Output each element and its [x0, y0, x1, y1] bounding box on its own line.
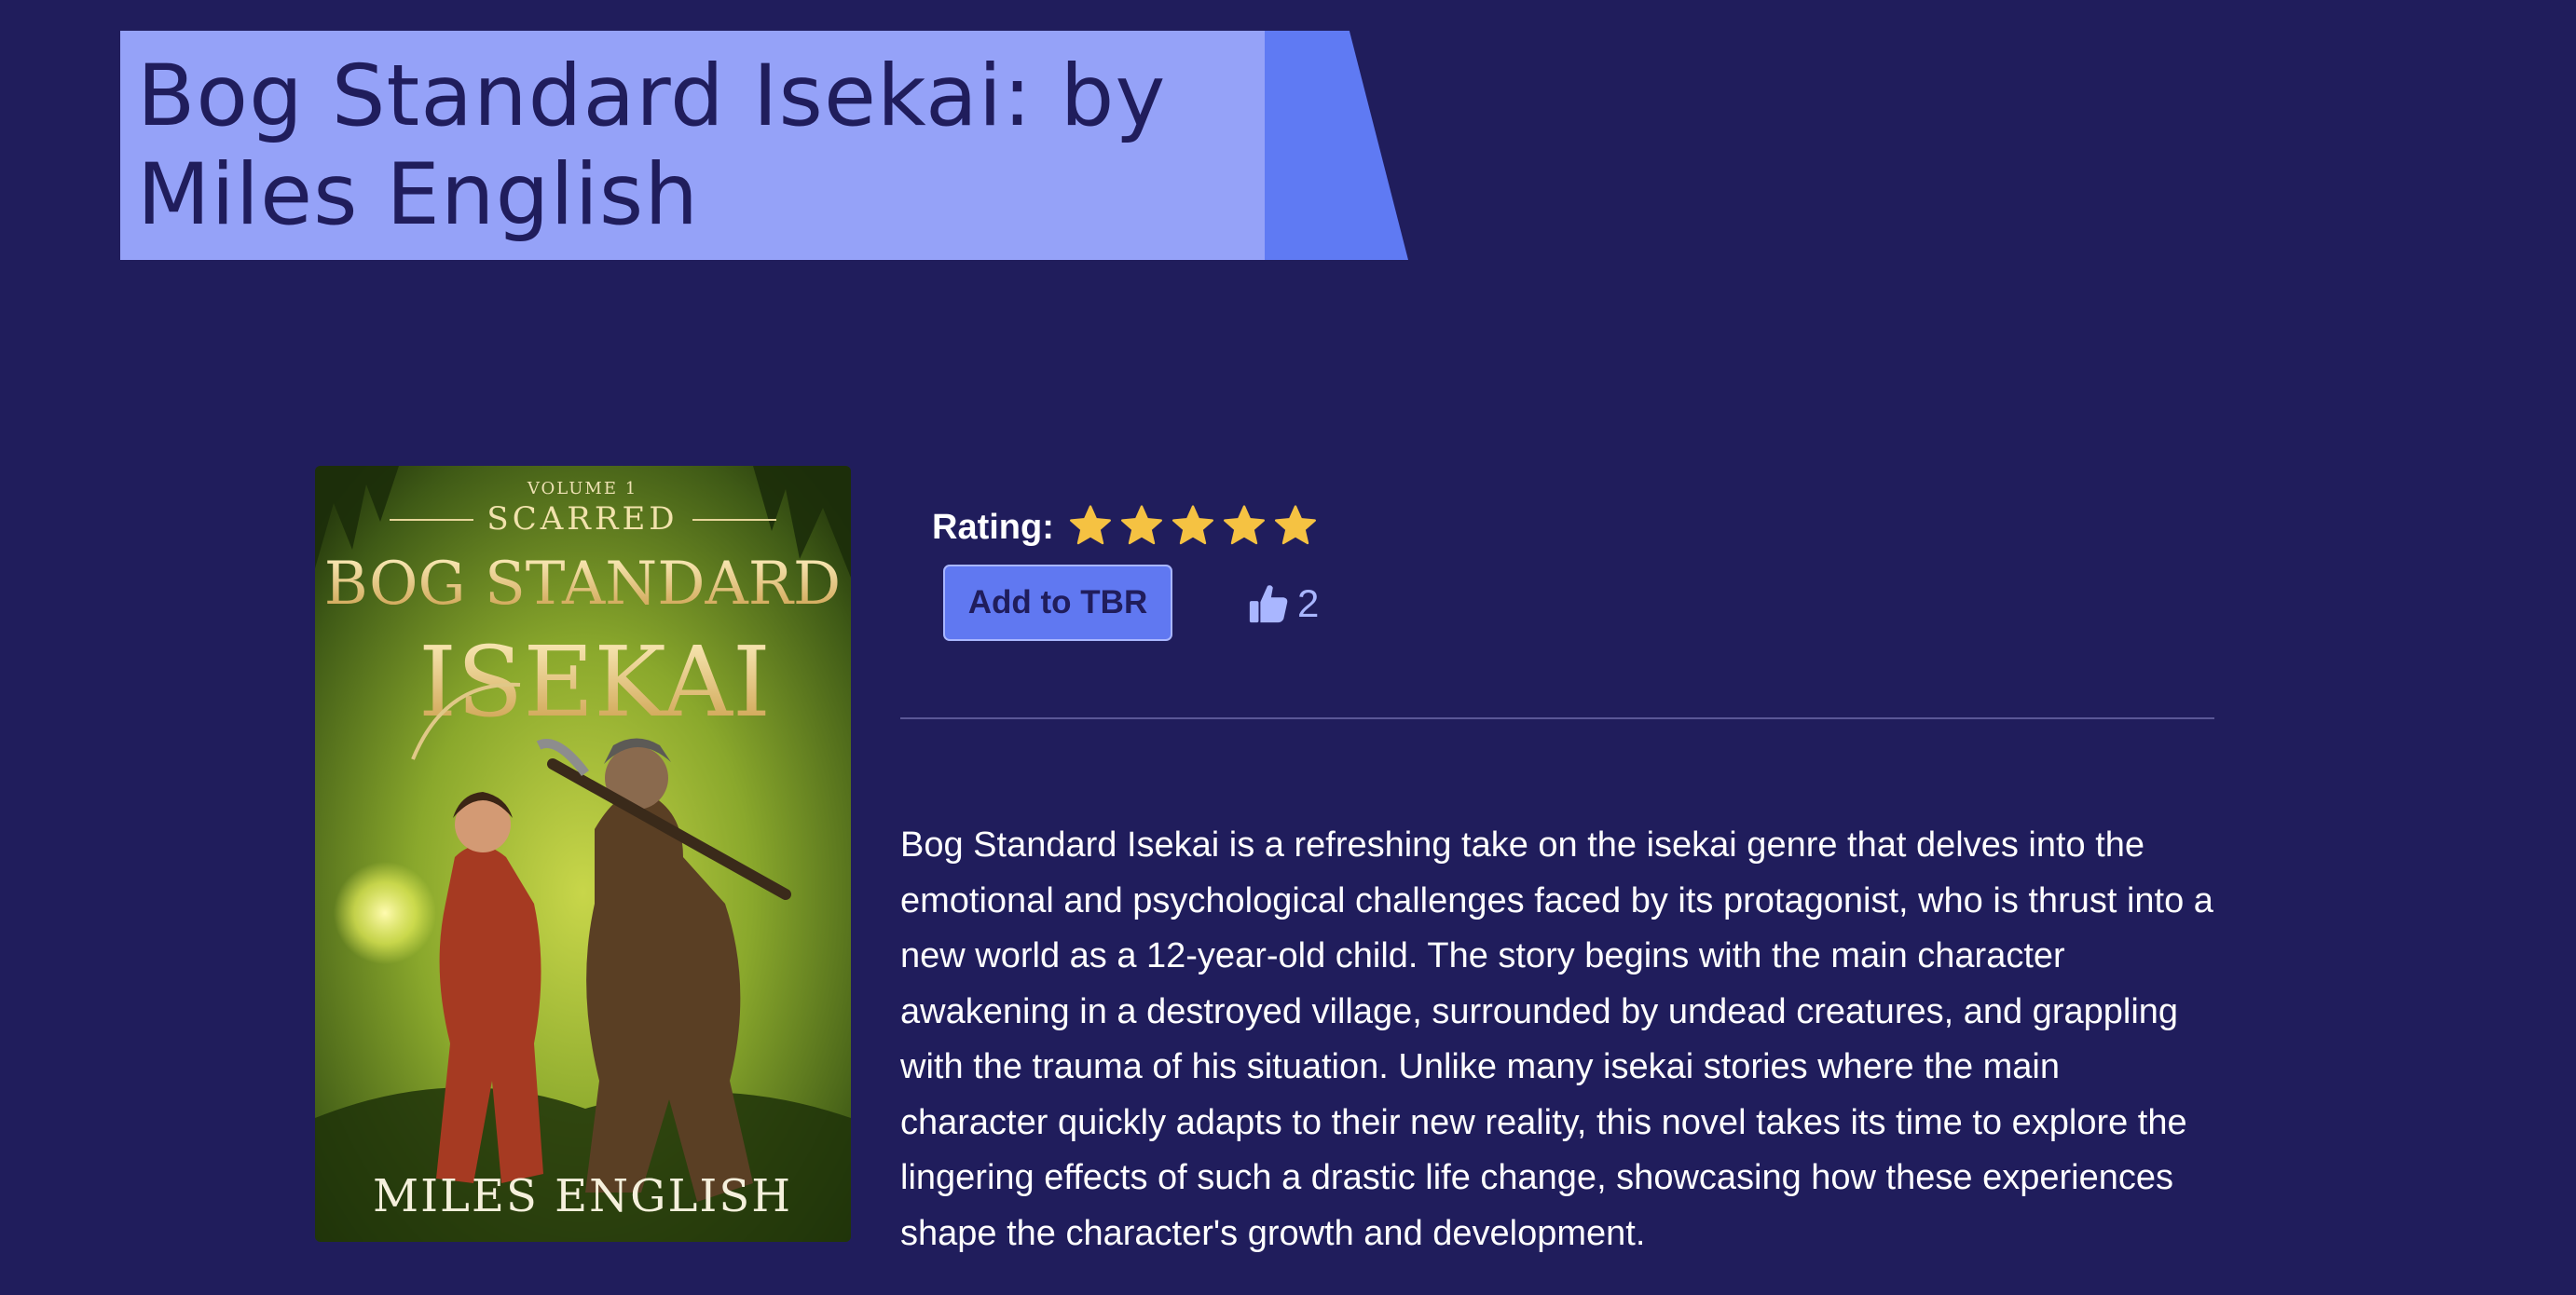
page-title: Bog Standard Isekai: by Miles English [137, 48, 1167, 244]
cover-title-line1: BOG STANDARD [324, 550, 841, 619]
add-to-tbr-button[interactable]: Add to TBR [943, 565, 1172, 641]
cover-series: SCARRED [486, 500, 678, 538]
thumbs-up-icon [1249, 585, 1288, 623]
title-banner: Bog Standard Isekai: by Miles English [120, 31, 1408, 260]
book-description: Bog Standard Isekai is a refreshing take… [900, 825, 2213, 1253]
rating-label: Rating: [932, 507, 1054, 547]
star-icon [1120, 504, 1162, 544]
title-banner-accent [1265, 31, 1408, 260]
cover-author: MILES ENGLISH [373, 1170, 792, 1222]
book-cover-image: VOLUME 1 SCARRED BOG STANDARD ISEKAI MIL… [315, 466, 851, 1242]
section-divider [900, 717, 2214, 719]
cover-volume: VOLUME 1 [527, 479, 637, 498]
like-count: 2 [1297, 581, 1320, 625]
star-icon [1223, 504, 1265, 544]
rating-row: Rating: [932, 499, 1318, 555]
cover-title-line2: ISEKAI [418, 625, 771, 739]
star-rating [1062, 503, 1318, 552]
star-icon [1172, 504, 1213, 544]
like-button[interactable]: 2 [1247, 578, 1319, 630]
star-icon [1274, 504, 1316, 544]
star-icon [1069, 504, 1111, 544]
